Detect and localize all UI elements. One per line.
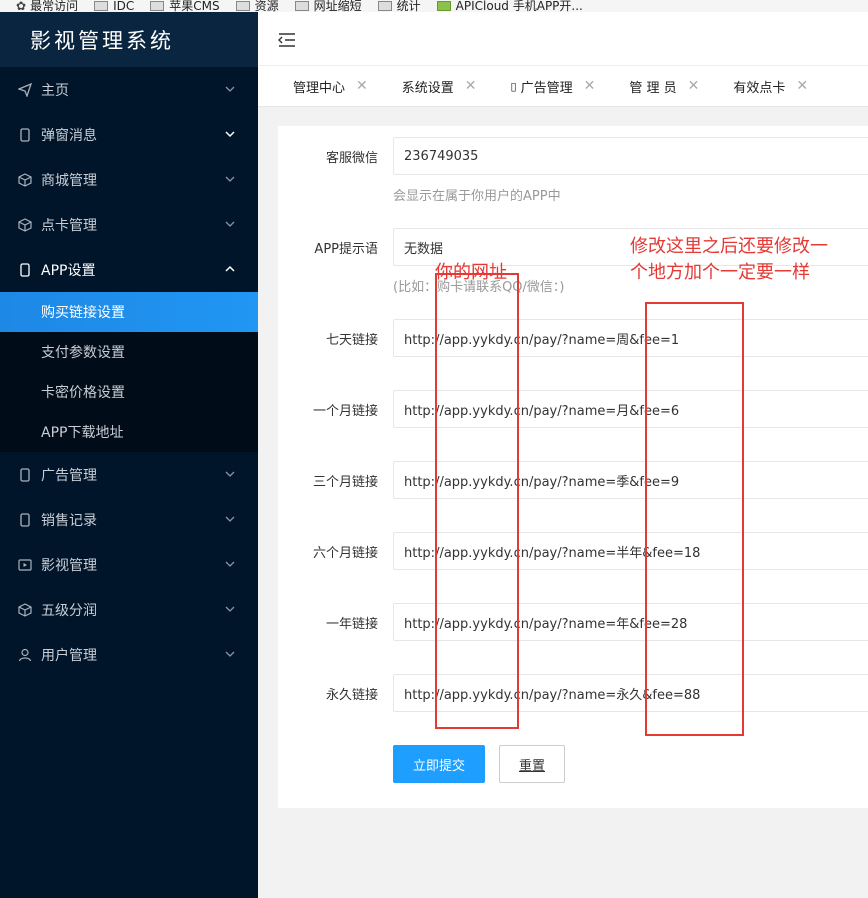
link-label: 六个月链接 — [312, 545, 378, 561]
cube-icon — [18, 217, 32, 232]
chevron-down-icon — [224, 128, 236, 140]
sidebar-item-home[interactable]: 主页 — [0, 67, 258, 112]
video-icon — [18, 558, 32, 572]
wechat-hint: 会显示在属于你用户的APP中 — [393, 189, 561, 204]
close-icon[interactable]: ✕ — [584, 78, 596, 94]
sidebar: 影视管理系统 主页 弹窗消息 商城管理 点卡管理 APP设置 购买链接设置 支付… — [0, 12, 258, 898]
cube-icon — [18, 172, 32, 187]
wechat-input[interactable]: 236749035 — [393, 137, 868, 175]
folder-icon — [377, 1, 392, 11]
sidebar-item-shop[interactable]: 商城管理 — [0, 157, 258, 202]
close-icon[interactable]: ✕ — [796, 78, 808, 94]
chevron-down-icon — [224, 648, 236, 660]
folder-icon — [235, 1, 250, 11]
chevron-up-icon — [224, 263, 236, 275]
bookmark-apicloud[interactable]: APICloud 手机APP开... — [436, 0, 583, 12]
chevron-down-icon — [224, 558, 236, 570]
chevron-down-icon — [224, 468, 236, 480]
phone-icon — [18, 467, 32, 482]
bookmark-idc[interactable]: IDC — [94, 0, 134, 12]
tab-ad-management[interactable]: ▯ 广告管理 ✕ — [511, 77, 596, 96]
annotation-note-url: 你的网址 — [435, 262, 507, 283]
sidebar-item-profit-share[interactable]: 五级分润 — [0, 587, 258, 632]
annotation-box-url — [435, 273, 519, 729]
document-icon: ▯ — [510, 79, 517, 93]
chevron-down-icon — [224, 513, 236, 525]
user-icon — [18, 648, 32, 662]
bookmark-cms[interactable]: 苹果CMS — [150, 0, 220, 12]
folder-icon — [294, 1, 309, 11]
gear-icon: ✿ — [16, 0, 27, 12]
app-title: 影视管理系统 — [0, 12, 258, 67]
link-label: 三个月链接 — [312, 474, 378, 490]
tab-system-settings[interactable]: 系统设置 ✕ — [402, 77, 477, 96]
app-settings-submenu: 购买链接设置 支付参数设置 卡密价格设置 APP下载地址 — [0, 292, 258, 452]
tab-admin-center[interactable]: 管理中心 ✕ — [293, 77, 368, 96]
paper-plane-icon — [18, 82, 32, 97]
link-label: 永久链接 — [325, 687, 378, 703]
bookmarks-bar: ✿ 最常访问 IDC 苹果CMS 资源 网址缩短 统计 APICloud 手机AP… — [0, 0, 868, 12]
phone-icon — [18, 262, 32, 277]
tab-administrators[interactable]: 管 理 员 ✕ — [629, 77, 699, 96]
close-icon[interactable]: ✕ — [465, 78, 477, 94]
chevron-down-icon — [224, 173, 236, 185]
link-label: 一年链接 — [325, 616, 378, 632]
cube-icon — [18, 602, 32, 617]
sidebar-item-videos[interactable]: 影视管理 — [0, 542, 258, 587]
annotation-box-params — [645, 302, 744, 736]
prompt-label: APP提示语 — [314, 241, 378, 257]
tab-valid-cards[interactable]: 有效点卡 ✕ — [733, 77, 808, 96]
wechat-label: 客服微信 — [325, 150, 378, 166]
sidebar-item-popup[interactable]: 弹窗消息 — [0, 112, 258, 157]
bookmark-stats[interactable]: 统计 — [377, 0, 421, 12]
chevron-down-icon — [224, 603, 236, 615]
settings-form: 客服微信 236749035 会显示在属于你用户的APP中 APP提示语 无数据… — [278, 126, 868, 808]
submenu-item-purchase-links[interactable]: 购买链接设置 — [0, 292, 258, 332]
top-bar — [258, 12, 868, 66]
submenu-item-card-prices[interactable]: 卡密价格设置 — [0, 372, 258, 412]
close-icon[interactable]: ✕ — [688, 78, 700, 94]
folder-icon — [150, 1, 165, 11]
sidebar-item-app-settings[interactable]: APP设置 — [0, 247, 258, 292]
chevron-down-icon — [224, 218, 236, 230]
sidebar-item-users[interactable]: 用户管理 — [0, 632, 258, 677]
apicloud-icon — [436, 1, 451, 11]
folder-icon — [94, 1, 109, 11]
chevron-down-icon — [224, 83, 236, 95]
page-tabs: 管理中心 ✕ 系统设置 ✕ ▯ 广告管理 ✕ 管 理 员 ✕ 有效点卡 ✕ — [258, 66, 868, 107]
bookmark-most-visited[interactable]: ✿ 最常访问 — [16, 0, 78, 12]
sidebar-menu: 主页 弹窗消息 商城管理 点卡管理 APP设置 购买链接设置 支付参数设置 卡密… — [0, 67, 258, 677]
link-label: 一个月链接 — [312, 403, 378, 419]
phone-icon — [18, 127, 32, 142]
submenu-item-app-download[interactable]: APP下载地址 — [0, 412, 258, 452]
annotation-note-line2: 个地方加个一定要一样 — [630, 262, 810, 283]
sidebar-item-cards[interactable]: 点卡管理 — [0, 202, 258, 247]
reset-button[interactable]: 重置 — [499, 745, 565, 783]
submit-button[interactable]: 立即提交 — [393, 745, 485, 783]
bookmark-shortener[interactable]: 网址缩短 — [294, 0, 362, 12]
submenu-item-payment-params[interactable]: 支付参数设置 — [0, 332, 258, 372]
bookmark-resources[interactable]: 资源 — [235, 0, 279, 12]
sidebar-item-sales[interactable]: 销售记录 — [0, 497, 258, 542]
close-icon[interactable]: ✕ — [356, 78, 368, 94]
sidebar-item-ads[interactable]: 广告管理 — [0, 452, 258, 497]
menu-collapse-icon[interactable] — [278, 32, 296, 48]
phone-icon — [18, 512, 32, 527]
annotation-note-line1: 修改这里之后还要修改一 — [630, 236, 828, 257]
link-label: 七天链接 — [325, 332, 378, 348]
